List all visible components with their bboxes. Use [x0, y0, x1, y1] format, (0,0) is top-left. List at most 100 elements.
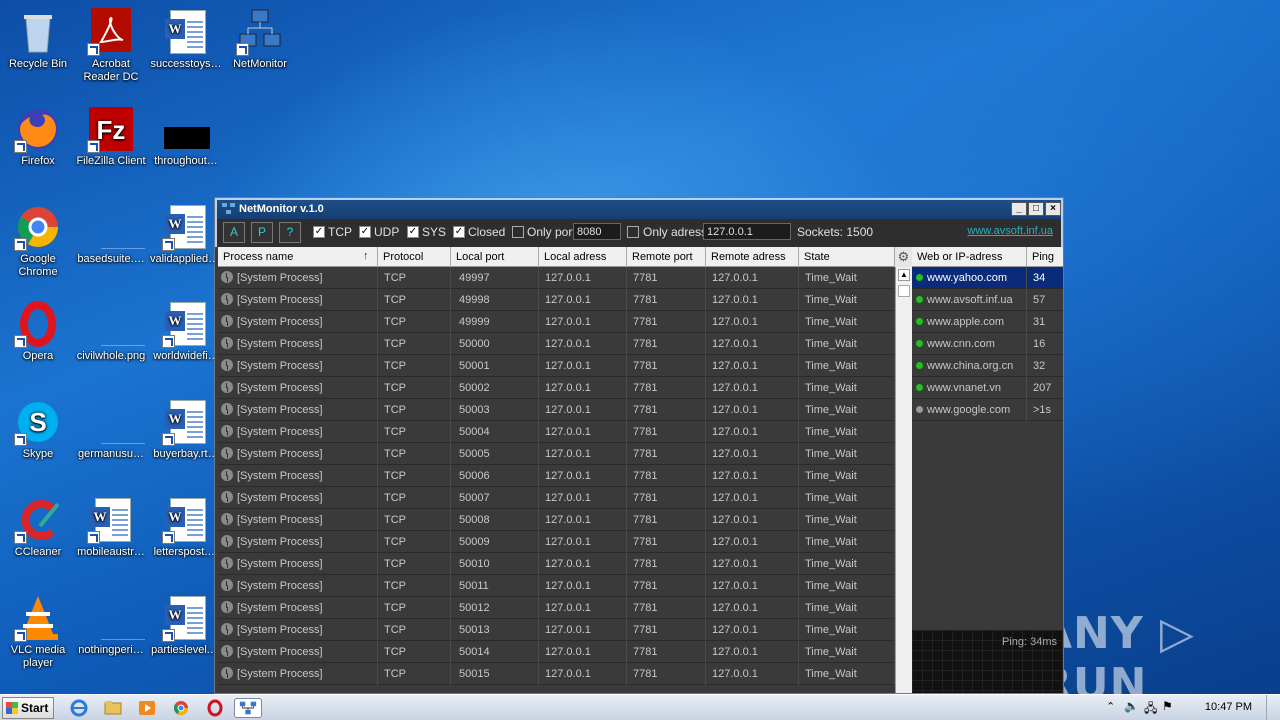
table-row[interactable]: [System Process] TCP 50007 127.0.0.1 7781 127…	[218, 487, 895, 509]
status-dot-icon	[916, 340, 923, 347]
cell-text: 127.0.0.1	[712, 382, 758, 394]
col-ping[interactable]: Ping	[1027, 247, 1063, 267]
action-center-flag-icon[interactable]: ⚑	[1162, 699, 1173, 713]
close-button[interactable]: ×	[1045, 202, 1061, 216]
media-player-icon[interactable]	[136, 698, 158, 718]
table-row[interactable]: [System Process] TCP 50000 127.0.0.1 7781 127…	[218, 333, 895, 355]
chrome-taskbar-icon[interactable]	[170, 698, 192, 718]
desktop-icon-word-doc[interactable]: Wvalidapplied.…	[148, 203, 224, 266]
col-header-protocol[interactable]: Protocol	[378, 247, 451, 267]
show-desktop-button[interactable]	[1266, 695, 1280, 720]
desktop-icon-recycle-bin[interactable]: Recycle Bin	[0, 8, 76, 71]
avsoft-link[interactable]: www.avsoft.inf.ua	[967, 225, 1053, 237]
table-row[interactable]: [System Process] TCP 50006 127.0.0.1 7781 127…	[218, 465, 895, 487]
table-row[interactable]: [System Process] TCP 50012 127.0.0.1 7781 127…	[218, 597, 895, 619]
title-bar[interactable]: NetMonitor v.1.0 _ □ ×	[215, 198, 1063, 219]
minimize-button[interactable]: _	[1011, 202, 1027, 216]
col-header-remote-port[interactable]: Remote port	[627, 247, 706, 267]
scroll-up-icon[interactable]: ▲	[898, 269, 910, 281]
scroll-thumb[interactable]	[898, 285, 910, 297]
only-port-input[interactable]	[573, 223, 621, 240]
process-clock-icon	[221, 469, 233, 481]
cell-text: Time_Wait	[805, 382, 857, 394]
desktop-icon-acrobat[interactable]: Acrobat Reader DC	[73, 8, 149, 84]
table-row[interactable]: [System Process] TCP 50011 127.0.0.1 7781 127…	[218, 575, 895, 597]
desktop-icon-blank-file[interactable]: germanusu…	[73, 398, 149, 461]
help-button[interactable]: ?	[279, 222, 301, 243]
udp-checkbox[interactable]: ✓	[359, 226, 371, 238]
site-row[interactable]: www.google.com >1s	[912, 399, 1063, 421]
tcp-checkbox[interactable]: ✓	[313, 226, 325, 238]
a-button[interactable]: A	[223, 222, 245, 243]
desktop-icon-blank-file[interactable]: civilwhole.png	[73, 300, 149, 363]
site-row[interactable]: www.yahoo.com 34	[912, 267, 1063, 289]
col-header-local-port[interactable]: Local port	[451, 247, 539, 267]
desktop-icon-ccleaner[interactable]: CCleaner	[0, 496, 76, 559]
desktop-icon-word-doc[interactable]: Wletterspost.…	[148, 496, 224, 559]
only-address-checkbox[interactable]	[627, 226, 639, 238]
settings-gear-icon[interactable]: ⚙	[895, 247, 912, 267]
desktop-icon-filezilla[interactable]: Fz FileZilla Client	[73, 105, 149, 168]
tray-expand-icon[interactable]: ⌃	[1106, 700, 1115, 713]
site-row[interactable]: www.apple.com 31	[912, 311, 1063, 333]
table-row[interactable]: [System Process] TCP 50002 127.0.0.1 7781 127…	[218, 377, 895, 399]
maximize-button[interactable]: □	[1028, 202, 1044, 216]
site-row[interactable]: www.china.org.cn 32	[912, 355, 1063, 377]
internet-explorer-icon[interactable]	[68, 698, 90, 718]
start-button[interactable]: Start	[2, 697, 54, 719]
desktop-icon-blank-file[interactable]: nothingperi…	[73, 594, 149, 657]
table-row[interactable]: [System Process] TCP 49997 127.0.0.1 7781 127…	[218, 267, 895, 289]
p-button[interactable]: P	[251, 222, 273, 243]
col-header-process-name[interactable]: Process name	[218, 247, 378, 267]
cell-text: 127.0.0.1	[712, 558, 758, 570]
desktop-icon-chrome[interactable]: Google Chrome	[0, 203, 76, 279]
desktop-icon-opera[interactable]: Opera	[0, 300, 76, 363]
desktop-icon-skype[interactable]: S Skype	[0, 398, 76, 461]
netmonitor-taskbar-icon[interactable]	[234, 698, 262, 718]
col-header-remote-adress[interactable]: Remote adress	[706, 247, 799, 267]
volume-icon[interactable]: 🔈	[1124, 699, 1139, 713]
desktop-icon-word-doc[interactable]: Wpartieslevel.…	[148, 594, 224, 657]
table-row[interactable]: [System Process] TCP 50014 127.0.0.1 7781 127…	[218, 641, 895, 663]
cell-text: [System Process]	[237, 646, 323, 658]
table-row[interactable]: [System Process] TCP 50010 127.0.0.1 7781 127…	[218, 553, 895, 575]
table-row[interactable]: [System Process] TCP 50004 127.0.0.1 7781 127…	[218, 421, 895, 443]
desktop-icon-word-doc[interactable]: Wmobileaustr…	[73, 496, 149, 559]
opera-taskbar-icon[interactable]	[204, 698, 226, 718]
sys-checkbox[interactable]: ✓	[407, 226, 419, 238]
explorer-folder-icon[interactable]	[102, 698, 124, 718]
clock[interactable]: 10:47 PM	[1205, 701, 1252, 713]
cell-text: 7781	[633, 646, 658, 658]
table-row[interactable]: [System Process] TCP 50008 127.0.0.1 7781 127…	[218, 509, 895, 531]
table-scrollbar[interactable]: ▲	[895, 267, 912, 693]
table-row[interactable]: [System Process] TCP 50009 127.0.0.1 7781 127…	[218, 531, 895, 553]
site-row[interactable]: www.cnn.com 16	[912, 333, 1063, 355]
col-header-local-adress[interactable]: Local adress	[539, 247, 627, 267]
site-row[interactable]: www.vnanet.vn 207	[912, 377, 1063, 399]
desktop-icon-black-file[interactable]: throughout…	[148, 105, 224, 168]
desktop-icon-word-doc[interactable]: Wsuccesstoys…	[148, 8, 224, 71]
desktop-icon-blank-file[interactable]: basedsuite.…	[73, 203, 149, 266]
only-address-input[interactable]	[703, 223, 791, 240]
process-clock-icon	[221, 271, 233, 283]
table-row[interactable]: [System Process] TCP 50013 127.0.0.1 7781 127…	[218, 619, 895, 641]
col-web-address[interactable]: Web or IP-adress	[912, 247, 1027, 267]
col-header-state[interactable]: State	[799, 247, 895, 267]
table-row[interactable]: [System Process] TCP 50001 127.0.0.1 7781 127…	[218, 355, 895, 377]
table-row[interactable]: [System Process] TCP 50003 127.0.0.1 7781 127…	[218, 399, 895, 421]
desktop-icon-vlc[interactable]: VLC media player	[0, 594, 76, 670]
cell-remote-adress: 127.0.0.1	[706, 641, 799, 663]
desktop-icon-firefox[interactable]: Firefox	[0, 105, 76, 168]
only-port-checkbox[interactable]	[512, 226, 524, 238]
table-row[interactable]: [System Process] TCP 49999 127.0.0.1 7781 127…	[218, 311, 895, 333]
word-doc-icon: W	[162, 300, 210, 348]
table-row[interactable]: [System Process] TCP 50015 127.0.0.1 7781 127…	[218, 663, 895, 685]
table-row[interactable]: [System Process] TCP 50005 127.0.0.1 7781 127…	[218, 443, 895, 465]
desktop-icon-network[interactable]: NetMonitor	[222, 8, 298, 71]
site-row[interactable]: www.avsoft.inf.ua 57	[912, 289, 1063, 311]
desktop-icon-word-doc[interactable]: Wbuyerbay.rt…	[148, 398, 224, 461]
closed-checkbox[interactable]: ✓	[453, 226, 465, 238]
network-tray-icon[interactable]: 🖧	[1144, 699, 1157, 720]
desktop-icon-word-doc[interactable]: Wworldwidefi…	[148, 300, 224, 363]
table-row[interactable]: [System Process] TCP 49998 127.0.0.1 7781 127…	[218, 289, 895, 311]
